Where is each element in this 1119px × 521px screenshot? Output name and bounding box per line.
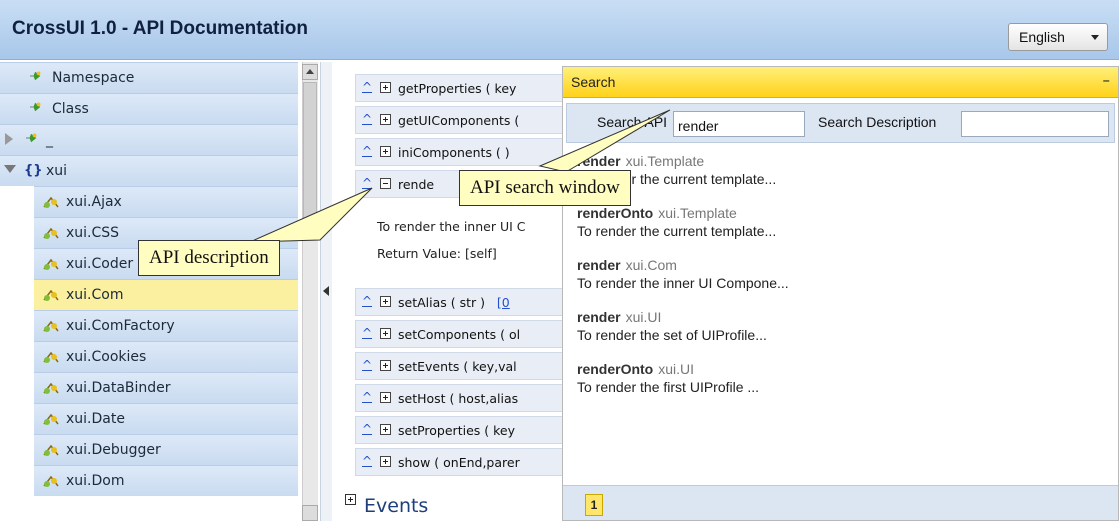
callout-pointer-search: [538, 109, 671, 173]
callout-api-description: API description: [138, 240, 280, 276]
callout-api-search-window: API search window: [459, 170, 631, 206]
callout-pointer-description: [249, 187, 373, 243]
